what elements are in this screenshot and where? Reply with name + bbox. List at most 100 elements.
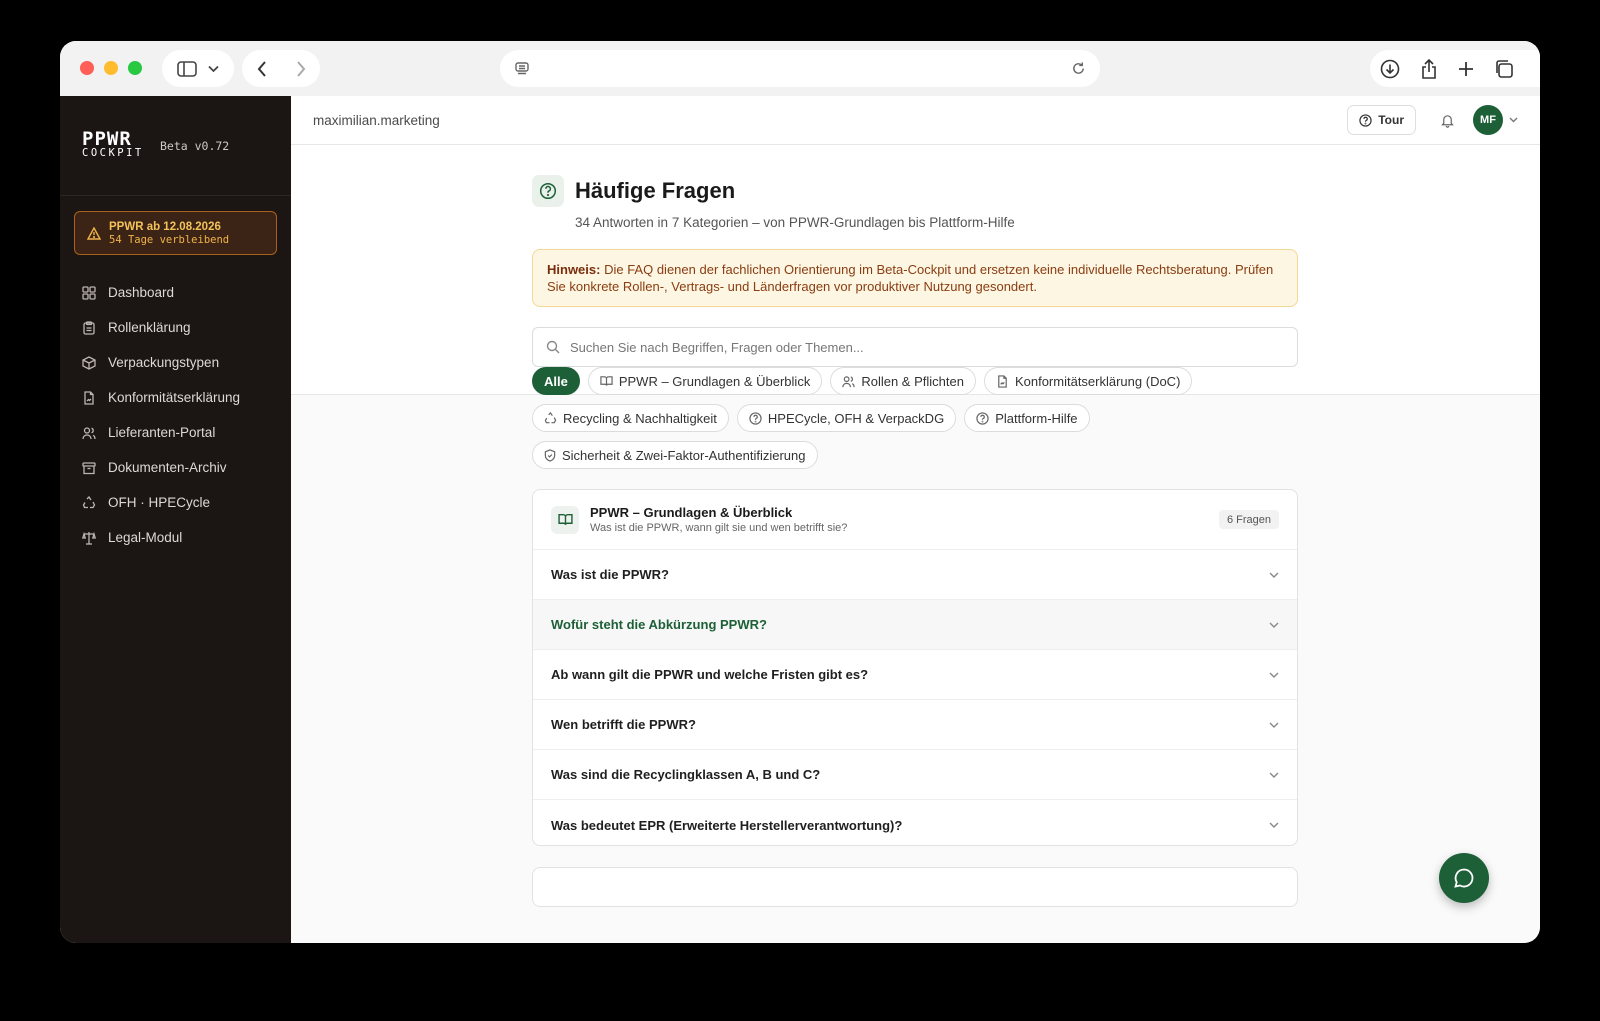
chip-label: Sicherheit & Zwei-Faktor-Authentifizieru… <box>562 447 806 463</box>
chip-label: PPWR – Grundlagen & Überblick <box>618 373 811 389</box>
disclaimer-notice: Hinweis: Die FAQ dienen der fachlichen O… <box>532 249 1298 307</box>
sidebar-item-ofh-hpecycle[interactable]: OFH · HPECycle <box>60 485 291 520</box>
address-bar[interactable] <box>500 50 1100 87</box>
question-count-badge: 6 Fragen <box>1218 510 1279 529</box>
zoom-window-button[interactable] <box>128 61 142 75</box>
sidebar-icon <box>177 60 198 77</box>
book-icon <box>551 505 579 534</box>
back-icon[interactable] <box>257 60 267 77</box>
notice-text: Die FAQ dienen der fachlichen Orientieru… <box>547 262 1274 294</box>
book-icon <box>600 376 613 386</box>
top-bar: maximilian.marketing Tour MF <box>291 96 1540 145</box>
help-circle-icon <box>1359 113 1372 127</box>
faq-question-text: Was sind die Recyclingklassen A, B und C… <box>551 767 821 782</box>
file-sign-icon <box>84 390 94 405</box>
sidebar-item-dashboard[interactable]: Dashboard <box>60 275 291 310</box>
new-tab-icon[interactable] <box>1458 61 1474 77</box>
reload-icon[interactable] <box>1071 61 1086 76</box>
category-filters: Alle PPWR – Grundlagen & Überblick Rolle… <box>532 367 1298 478</box>
chevron-down-icon <box>1269 622 1279 628</box>
faq-section-card-next <box>532 867 1298 907</box>
deadline-title: PPWR ab 12.08.2026 <box>109 220 221 233</box>
avatar[interactable]: MF <box>1473 105 1503 135</box>
sidebar-toggle-button[interactable] <box>162 50 234 87</box>
faq-question[interactable]: Wen betrifft die PPWR? <box>533 700 1297 750</box>
minimize-window-button[interactable] <box>104 61 118 75</box>
sidebar-item-verpackungstypen[interactable]: Verpackungstypen <box>60 345 291 380</box>
help-circle-icon <box>532 175 564 207</box>
tour-button[interactable]: Tour <box>1347 105 1416 135</box>
faq-question[interactable]: Was bedeutet EPR (Erweiterte Herstellerv… <box>533 800 1297 845</box>
faq-question-text: Wofür steht die Abkürzung PPWR? <box>551 617 767 632</box>
sidebar-item-lieferanten-portal[interactable]: Lieferanten-Portal <box>60 415 291 450</box>
page-menu-icon[interactable] <box>514 61 530 77</box>
filter-chip-sicherheit[interactable]: Sicherheit & Zwei-Faktor-Authentifizieru… <box>532 441 818 469</box>
warning-icon <box>87 226 101 240</box>
tabs-overview-icon[interactable] <box>1494 59 1514 79</box>
faq-section-card: PPWR – Grundlagen & Überblick Was ist di… <box>532 489 1298 846</box>
faq-question[interactable]: Was sind die Recyclingklassen A, B und C… <box>533 750 1297 800</box>
main-content: maximilian.marketing Tour MF Häufige Fra… <box>291 96 1540 943</box>
forward-icon[interactable] <box>296 60 306 77</box>
history-nav <box>242 50 320 87</box>
sidebar-item-dokumenten-archiv[interactable]: Dokumenten-Archiv <box>60 450 291 485</box>
page-title: Häufige Fragen <box>575 178 736 203</box>
chip-label: Recycling & Nachhaltigkeit <box>563 410 717 426</box>
logo-area: PPWR COCKPIT Beta v0.72 <box>60 96 291 196</box>
app-logo[interactable]: PPWR COCKPIT <box>82 127 144 160</box>
faq-section-header[interactable]: PPWR – Grundlagen & Überblick Was ist di… <box>533 490 1297 550</box>
clipboard-icon <box>83 320 95 335</box>
chip-label: Plattform-Hilfe <box>995 410 1078 426</box>
bell-icon[interactable] <box>1440 113 1455 128</box>
sidebar-item-rollenklaerung[interactable]: Rollenklärung <box>60 310 291 345</box>
title-row: Häufige Fragen <box>532 175 1298 207</box>
deadline-days: 54 Tage verbleibend <box>109 233 230 246</box>
notice-label: Hinweis: <box>547 262 601 277</box>
users-icon <box>842 375 856 387</box>
faq-question-text: Was ist die PPWR? <box>551 567 669 582</box>
filter-chip-plattform-hilfe[interactable]: Plattform-Hilfe <box>964 404 1090 432</box>
search-input[interactable]: Suchen Sie nach Begriffen, Fragen oder T… <box>532 327 1298 367</box>
sidebar-item-label: Legal-Modul <box>108 530 183 545</box>
faq-question[interactable]: Was ist die PPWR? <box>533 550 1297 600</box>
search-icon <box>546 340 560 354</box>
chat-button[interactable] <box>1439 853 1489 903</box>
version-label: Beta v0.72 <box>160 138 230 153</box>
download-icon[interactable] <box>1380 59 1400 79</box>
help-circle-icon <box>749 411 762 425</box>
filter-chip-doc[interactable]: Konformitätserklärung (DoC) <box>983 367 1193 395</box>
scale-icon <box>82 531 96 545</box>
sidebar-nav: Dashboard Rollenklärung Verpackungstypen… <box>60 275 291 555</box>
sidebar-item-legal-modul[interactable]: Legal-Modul <box>60 520 291 555</box>
users-icon <box>82 426 96 439</box>
chevron-down-icon[interactable] <box>1509 117 1518 123</box>
sidebar-item-label: OFH · HPECycle <box>108 495 211 510</box>
faq-question-text: Ab wann gilt die PPWR und welche Fristen… <box>551 667 869 682</box>
faq-question[interactable]: Ab wann gilt die PPWR und welche Fristen… <box>533 650 1297 700</box>
chat-bubble-icon <box>1454 868 1474 888</box>
search-placeholder: Suchen Sie nach Begriffen, Fragen oder T… <box>570 339 864 355</box>
chevron-down-icon <box>208 65 219 72</box>
faq-question-text: Wen betrifft die PPWR? <box>551 717 696 732</box>
package-icon <box>82 355 96 370</box>
chevron-down-icon <box>1269 572 1279 578</box>
sidebar-item-label: Verpackungstypen <box>108 355 220 370</box>
share-icon[interactable] <box>1420 58 1438 79</box>
logo-text-bottom: COCKPIT <box>82 146 144 159</box>
filter-chip-grundlagen[interactable]: PPWR – Grundlagen & Überblick <box>587 367 823 395</box>
sidebar-item-konformitaetserklaerung[interactable]: Konformitätserklärung <box>60 380 291 415</box>
chevron-down-icon <box>1269 772 1279 778</box>
browser-actions <box>1370 50 1540 87</box>
filter-chip-alle[interactable]: Alle <box>532 367 580 395</box>
filter-chip-recycling[interactable]: Recycling & Nachhaltigkeit <box>532 404 729 432</box>
logo-text-top: PPWR <box>82 127 132 150</box>
faq-question[interactable]: Wofür steht die Abkürzung PPWR? <box>533 600 1297 650</box>
filter-chip-rollen[interactable]: Rollen & Pflichten <box>830 367 976 395</box>
recycle-icon <box>544 411 557 423</box>
filter-chip-hpecycle[interactable]: HPECycle, OFH & VerpackDG <box>736 404 957 432</box>
chevron-down-icon <box>1269 822 1279 828</box>
workspace-name: maximilian.marketing <box>313 112 440 128</box>
close-window-button[interactable] <box>80 61 94 75</box>
chip-label: HPECycle, OFH & VerpackDG <box>767 410 945 426</box>
sidebar-item-label: Dashboard <box>108 285 175 300</box>
